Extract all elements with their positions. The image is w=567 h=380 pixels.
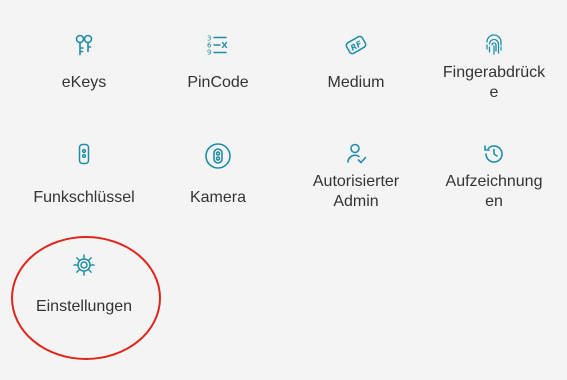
menu-item-label: Einstellungen [35, 298, 133, 315]
menu-item-fingerprints[interactable]: Fingerabdrück e [424, 33, 564, 103]
rf-card-icon: RF [344, 33, 368, 57]
ekeys-icon [72, 33, 96, 57]
lock-menu-page: eKeys 3 6 9 PinCode RF Medium Fingerabdr… [0, 0, 567, 380]
menu-item-ekeys[interactable]: eKeys [14, 33, 154, 93]
menu-item-label: Medium [327, 74, 385, 91]
menu-item-label: Aufzeichnung en [445, 173, 543, 210]
history-icon [482, 142, 506, 166]
menu-item-settings[interactable]: Einstellungen [14, 253, 154, 317]
menu-item-records[interactable]: Aufzeichnung en [424, 142, 564, 212]
authorized-admin-icon [344, 142, 368, 166]
menu-item-label: Fingerabdrück e [442, 64, 546, 101]
menu-item-remote-key[interactable]: Funkschlüssel [14, 142, 154, 208]
menu-item-label: eKeys [61, 74, 107, 91]
menu-item-pincode[interactable]: 3 6 9 PinCode [148, 33, 288, 93]
settings-gear-icon [72, 253, 96, 277]
menu-item-label: PinCode [187, 74, 249, 91]
menu-item-medium[interactable]: RF Medium [286, 33, 426, 93]
pincode-icon: 3 6 9 [206, 33, 230, 57]
menu-item-authorized-admin[interactable]: Autorisierter Admin [286, 142, 426, 212]
svg-text:9: 9 [207, 49, 211, 57]
menu-item-label: Funkschlüssel [33, 189, 135, 206]
fingerprint-icon [482, 33, 506, 57]
camera-icon [204, 142, 232, 170]
menu-item-label: Autorisierter Admin [312, 173, 400, 210]
menu-item-camera[interactable]: Kamera [148, 142, 288, 208]
remote-key-icon [72, 142, 96, 166]
menu-item-label: Kamera [189, 189, 247, 206]
